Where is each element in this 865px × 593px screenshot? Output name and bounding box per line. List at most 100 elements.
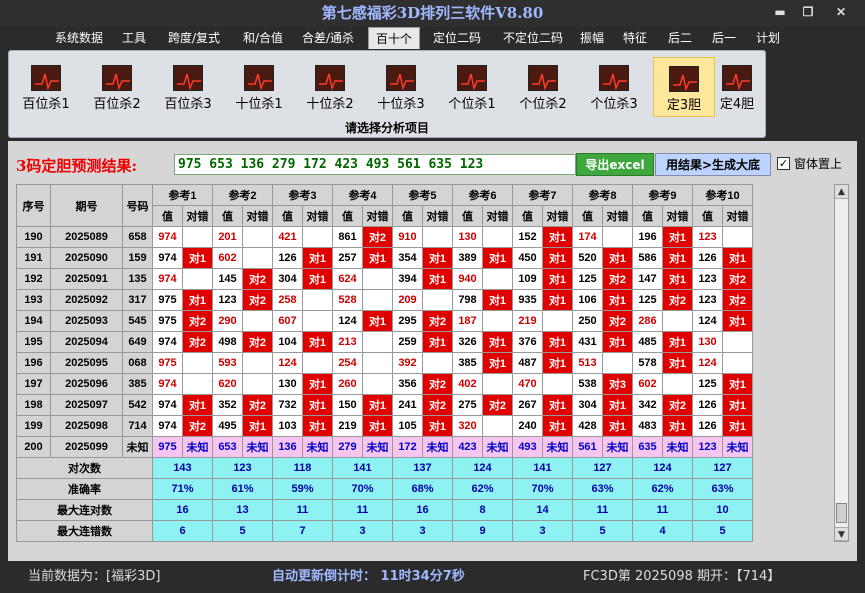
- table-row[interactable]: 198 2025097 542 974 对1 352 对2 732 对1 150 对1 241 对2 27…: [16, 394, 753, 416]
- forecast-check: 未知: [362, 436, 393, 458]
- cell-check: 对2: [242, 289, 273, 311]
- ribbon-button[interactable]: 十位杀1: [228, 57, 290, 117]
- restore-icon[interactable]: ❐: [796, 2, 820, 22]
- table-row[interactable]: 199 2025098 714 974 对2 495 对1 103 对1 219 对1 105 对1 32…: [16, 415, 753, 437]
- vertical-scrollbar[interactable]: ▲ ▼: [834, 184, 849, 542]
- ribbon-button[interactable]: 百位杀1: [15, 57, 77, 117]
- cell-value: 295: [392, 310, 423, 332]
- header-number: 号码: [122, 184, 153, 227]
- cell-check: 对2: [602, 268, 633, 290]
- header-ref: 参考1: [152, 184, 213, 206]
- cell-value: 974: [152, 268, 183, 290]
- table-row[interactable]: 191 2025090 159 974 对1 602 126 对1 257 对1 354 对1 389 对…: [16, 247, 753, 269]
- menu-item[interactable]: 系统数据: [48, 27, 110, 49]
- menu-item[interactable]: 不定位二码: [495, 27, 571, 49]
- subheader-value: 值: [272, 205, 303, 227]
- ribbon-button[interactable]: 定3胆: [653, 57, 715, 117]
- prediction-result-field[interactable]: 975 653 136 279 172 423 493 561 635 123: [174, 154, 576, 175]
- menu-item[interactable]: 工具: [115, 27, 153, 49]
- menu-item[interactable]: 后一: [706, 27, 742, 49]
- header-ref: 参考9: [632, 184, 693, 206]
- cell-check: [242, 373, 273, 395]
- table-row[interactable]: 192 2025091 135 974 145 对2 304 对1 624 394 对1 940 109…: [16, 268, 753, 290]
- cell-value: 147: [632, 268, 663, 290]
- subheader-value: 值: [632, 205, 663, 227]
- scroll-thumb[interactable]: [836, 503, 847, 523]
- stats-value: 7: [272, 520, 333, 542]
- row-seq: 197: [16, 373, 51, 395]
- menu-item[interactable]: 合差/通杀: [296, 27, 360, 49]
- scroll-up-icon[interactable]: ▲: [835, 185, 848, 199]
- cell-check: [302, 289, 333, 311]
- ribbon-button[interactable]: 十位杀2: [299, 57, 361, 117]
- cell-check: 对1: [722, 310, 753, 332]
- cell-value: 450: [512, 247, 543, 269]
- generate-base-button[interactable]: 用结果>生成大底: [655, 153, 771, 176]
- ribbon-button[interactable]: 个位杀3: [583, 57, 645, 117]
- menu-item[interactable]: 特征: [616, 27, 654, 49]
- menu-bar: 系统数据 工具 跨度/复式 和/合值 合差/通杀 百十个 定位二码 不定位二码 振幅 特征 后二 后一…: [0, 27, 865, 49]
- ribbon-button[interactable]: 百位杀3: [157, 57, 219, 117]
- cell-check: [482, 226, 513, 248]
- ribbon-button[interactable]: 个位杀1: [441, 57, 503, 117]
- forecast-row[interactable]: 200 2025099 未知 975 未知 653 未知 136 未知 279 未知 172 未知 423…: [16, 436, 753, 458]
- export-excel-button[interactable]: 导出excel: [576, 153, 654, 176]
- cell-value: 209: [392, 289, 423, 311]
- table-row[interactable]: 194 2025093 545 975 对2 290 607 124 对1 295 对2 187 219…: [16, 310, 753, 332]
- stats-value: 11: [272, 499, 333, 521]
- header-ref: 参考7: [512, 184, 573, 206]
- ribbon-button[interactable]: 个位杀2: [512, 57, 574, 117]
- ribbon-button-label: 百位杀2: [93, 97, 141, 112]
- stats-value: 11: [572, 499, 633, 521]
- minimize-icon[interactable]: ▬: [768, 2, 792, 22]
- table-row[interactable]: 195 2025094 649 974 对2 498 对2 104 对1 213 259 对1 326 对…: [16, 331, 753, 353]
- table-row[interactable]: 193 2025092 317 975 对1 123 对2 258 528 209 798 对1 935…: [16, 289, 753, 311]
- topmost-checkbox[interactable]: ✓: [777, 157, 790, 170]
- cell-value: 910: [392, 226, 423, 248]
- subheader-check: 对错: [722, 205, 753, 227]
- cell-check: [302, 226, 333, 248]
- cell-value: 187: [452, 310, 483, 332]
- menu-item[interactable]: 后二: [662, 27, 698, 49]
- table-row[interactable]: 197 2025096 385 974 620 130 对1 260 356 对2 402 470 53…: [16, 373, 753, 395]
- ribbon-button[interactable]: 百位杀2: [86, 57, 148, 117]
- table-row[interactable]: 196 2025095 068 975 593 124 254 392 385 对1 487 对1 51…: [16, 352, 753, 374]
- ribbon-button[interactable]: 十位杀3: [370, 57, 432, 117]
- cell-value: 125: [692, 373, 723, 395]
- cell-value: 354: [392, 247, 423, 269]
- window-title: 第七感福彩3D排列三软件V8.80: [321, 4, 544, 22]
- analysis-ribbon: 百位杀1 百位杀2 百位杀3 十位杀1 十位杀2 十位杀3 个位杀1 个位杀2 个位杀3 定3胆 定…: [8, 50, 766, 138]
- stats-row: 准确率 71% 61% 59% 70% 68% 62% 70% 63% 62% 63%: [16, 478, 753, 500]
- chart-icon: [722, 65, 752, 91]
- cell-value: 861: [332, 226, 363, 248]
- menu-item[interactable]: 百十个: [368, 27, 420, 49]
- ribbon-button-label: 定3胆: [666, 98, 702, 113]
- chart-icon: [31, 65, 61, 91]
- forecast-check: 未知: [182, 436, 213, 458]
- menu-item[interactable]: 计划: [752, 27, 784, 49]
- menu-item[interactable]: 定位二码: [425, 27, 489, 49]
- cell-check: 对1: [722, 373, 753, 395]
- header-ref: 参考2: [212, 184, 273, 206]
- table-row[interactable]: 190 2025089 658 974 201 421 861 对2 910 130 152 对1 17…: [16, 226, 753, 248]
- ribbon-button-label: 百位杀3: [164, 97, 212, 112]
- cell-check: 对2: [662, 289, 693, 311]
- cell-check: [662, 310, 693, 332]
- ribbon-button[interactable]: 定4胆: [711, 57, 763, 117]
- close-icon[interactable]: ✕: [829, 2, 853, 22]
- header-ref: 参考4: [332, 184, 393, 206]
- subheader-check: 对错: [662, 205, 693, 227]
- scroll-down-icon[interactable]: ▼: [835, 527, 848, 541]
- cell-check: 对1: [602, 331, 633, 353]
- cell-value: 275: [452, 394, 483, 416]
- menu-item[interactable]: 跨度/复式: [160, 27, 228, 49]
- menu-item[interactable]: 和/合值: [236, 27, 290, 49]
- menu-item[interactable]: 振幅: [574, 27, 610, 49]
- forecast-value: 493: [512, 436, 543, 458]
- cell-value: 513: [572, 352, 603, 374]
- cell-check: 对1: [302, 415, 333, 437]
- cell-check: [362, 352, 393, 374]
- forecast-seq: 200: [16, 436, 51, 458]
- cell-check: 对1: [482, 331, 513, 353]
- cell-check: 对1: [182, 289, 213, 311]
